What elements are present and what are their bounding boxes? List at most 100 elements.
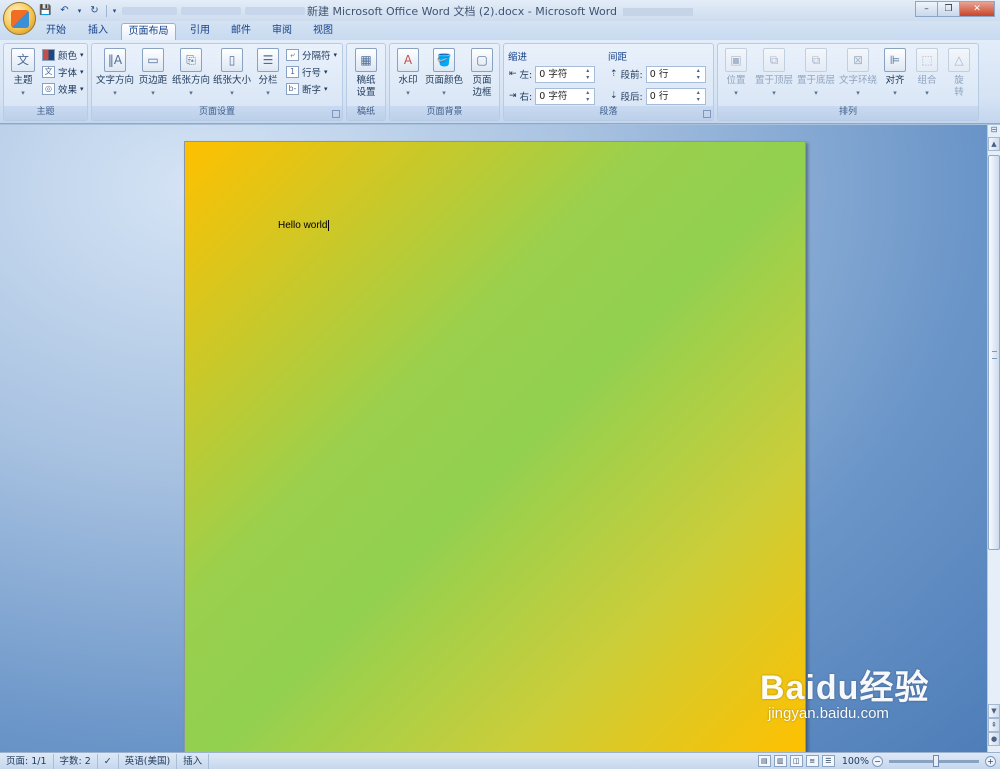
manuscript-setup-button[interactable]: ▦ 稿纸 设置 bbox=[351, 48, 381, 99]
dropdown-arrow-icon: ▾ bbox=[80, 50, 84, 59]
web-layout-view-icon[interactable]: ◫ bbox=[789, 755, 803, 767]
print-layout-view-icon[interactable]: ▤ bbox=[757, 755, 771, 767]
theme-effects-button[interactable]: ◎ 效果 ▾ bbox=[42, 81, 84, 96]
text-direction-icon: ‖A bbox=[104, 48, 126, 72]
position-label: 位置 bbox=[726, 75, 746, 86]
dropdown-arrow-icon: ▾ bbox=[734, 89, 738, 97]
position-icon: ▣ bbox=[725, 48, 747, 72]
orientation-button[interactable]: ⎘ 纸张方向 ▾ bbox=[171, 48, 211, 99]
zoom-slider[interactable] bbox=[889, 754, 979, 767]
rotate-icon: △ bbox=[948, 48, 970, 72]
dropdown-arrow-icon: ▾ bbox=[324, 67, 328, 76]
bring-to-front-button[interactable]: ⧉ 置于顶层 ▾ bbox=[754, 48, 794, 99]
baidu-jingyan-watermark: Baidu经验 jingyan.baidu.com bbox=[760, 660, 929, 722]
theme-fonts-button[interactable]: 文 字体 ▾ bbox=[42, 64, 84, 79]
close-button[interactable]: ✕ bbox=[959, 1, 995, 17]
dropdown-arrow-icon: ▾ bbox=[324, 84, 328, 93]
dropdown-arrow-icon: ▾ bbox=[151, 89, 155, 97]
zoom-slider-thumb[interactable] bbox=[933, 754, 939, 767]
scroll-down-arrow-icon[interactable]: ▼ bbox=[988, 704, 1000, 718]
rotate-button[interactable]: △ 旋 转 bbox=[946, 48, 972, 99]
dropdown-arrow-icon: ▾ bbox=[80, 84, 84, 93]
paragraph-dialog-launcher-icon[interactable] bbox=[703, 110, 711, 118]
proofing-icon[interactable]: ✓ bbox=[98, 753, 119, 769]
watermark-button[interactable]: A 水印 ▾ bbox=[394, 48, 422, 99]
group-objects-button[interactable]: ⬚ 组合 ▾ bbox=[913, 48, 941, 99]
group-label-paragraph: 段落 bbox=[504, 106, 713, 120]
send-to-back-button[interactable]: ⧉ 置于底层 ▾ bbox=[796, 48, 836, 99]
scroll-up-arrow-icon[interactable]: ▲ bbox=[988, 137, 1000, 151]
spacing-before-input[interactable]: 0 行 bbox=[645, 65, 706, 83]
zoom-out-icon[interactable]: − bbox=[872, 755, 883, 767]
previous-page-icon[interactable]: ⇞ bbox=[988, 718, 1000, 732]
spacing-before-label: 段前: bbox=[620, 70, 643, 81]
theme-colors-button[interactable]: 颜色 ▾ bbox=[42, 47, 84, 62]
watermark-label: 水印 bbox=[398, 75, 418, 86]
draft-view-icon[interactable]: ☰ bbox=[821, 755, 835, 767]
office-button[interactable] bbox=[3, 2, 36, 35]
bring-to-front-icon: ⧉ bbox=[763, 48, 785, 72]
align-button[interactable]: ⊫ 对齐 ▾ bbox=[881, 48, 909, 99]
text-wrapping-button[interactable]: ⊠ 文字环绕 ▾ bbox=[838, 48, 878, 99]
document-page[interactable]: Hello world bbox=[184, 141, 806, 753]
ruler-toggle-icon[interactable]: ⊟ bbox=[988, 125, 1000, 137]
themes-button[interactable]: 文 主题 ▾ bbox=[8, 48, 38, 99]
status-insert-mode[interactable]: 插入 bbox=[177, 753, 210, 769]
page-color-button[interactable]: 🪣 页面颜色 ▾ bbox=[424, 48, 464, 99]
group-label-themes: 主题 bbox=[4, 106, 87, 120]
restore-button[interactable]: ❐ bbox=[937, 1, 959, 17]
orientation-icon: ⎘ bbox=[180, 48, 202, 72]
dropdown-arrow-icon: ▾ bbox=[333, 50, 338, 59]
zoom-level[interactable]: 100% bbox=[842, 756, 869, 767]
tab-view[interactable]: 视图 bbox=[307, 23, 339, 40]
page-setup-dialog-launcher-icon[interactable] bbox=[332, 110, 340, 118]
dropdown-arrow-icon: ▾ bbox=[80, 67, 84, 76]
full-screen-reading-view-icon[interactable]: ▥ bbox=[773, 755, 787, 767]
tab-references[interactable]: 引用 bbox=[184, 23, 216, 40]
columns-button[interactable]: ☰ 分栏 ▾ bbox=[254, 48, 282, 99]
title-bar: 💾 ↶ ▾ ↻ ▾ 新建 Microsoft Office Word 文档 (2… bbox=[0, 0, 1000, 21]
browse-object-icon[interactable]: ● bbox=[988, 732, 1000, 746]
status-bar: 页面: 1/1 字数: 2 ✓ 英语(美国) 插入 ▤ ▥ ◫ ≡ ☰ 100%… bbox=[0, 752, 1000, 769]
indent-right-input[interactable]: 0 字符 bbox=[535, 87, 596, 105]
outline-view-icon[interactable]: ≡ bbox=[805, 755, 819, 767]
themes-label: 主题 bbox=[13, 75, 33, 86]
group-objects-label: 组合 bbox=[917, 75, 937, 86]
themes-icon: 文 bbox=[11, 48, 35, 72]
send-to-back-icon: ⧉ bbox=[805, 48, 827, 72]
status-word-count[interactable]: 字数: 2 bbox=[54, 753, 98, 769]
vertical-scrollbar[interactable]: ⊟ ▲ ▼ ⇞ ● bbox=[987, 125, 1000, 752]
window-title: 新建 Microsoft Office Word 文档 (2).docx - M… bbox=[0, 3, 1000, 19]
margins-button[interactable]: ▭ 页边距 ▾ bbox=[137, 48, 169, 99]
group-manuscript: ▦ 稿纸 设置 稿纸 bbox=[346, 43, 386, 121]
indent-left-input[interactable]: 0 字符 bbox=[535, 65, 596, 83]
page-color-icon: 🪣 bbox=[433, 48, 455, 72]
hyphenation-button[interactable]: b- 断字 ▾ bbox=[286, 81, 328, 96]
page-borders-button[interactable]: ▢ 页面 边框 bbox=[468, 48, 496, 99]
line-numbers-button[interactable]: 1 行号 ▾ bbox=[286, 64, 328, 79]
paper-size-button[interactable]: ▯ 纸张大小 ▾ bbox=[212, 48, 252, 99]
dropdown-arrow-icon: ▾ bbox=[814, 89, 818, 97]
tab-insert[interactable]: 插入 bbox=[82, 23, 114, 40]
tab-mailings[interactable]: 邮件 bbox=[225, 23, 257, 40]
status-page-count[interactable]: 页面: 1/1 bbox=[0, 753, 54, 769]
zoom-in-icon[interactable]: + bbox=[985, 755, 996, 767]
tab-review[interactable]: 审阅 bbox=[266, 23, 298, 40]
send-to-back-label: 置于底层 bbox=[796, 75, 835, 86]
tab-page-layout[interactable]: 页面布局 bbox=[121, 23, 176, 40]
breaks-button[interactable]: ⤶ 分隔符 ▾ bbox=[286, 47, 337, 62]
page-color-label: 页面颜色 bbox=[424, 75, 463, 86]
spacing-before-icon: ⇡ bbox=[610, 69, 618, 79]
text-direction-button[interactable]: ‖A 文字方向 ▾ bbox=[95, 48, 135, 99]
ribbon-tabs: 开始 插入 页面布局 引用 邮件 审阅 视图 bbox=[0, 21, 1000, 40]
dropdown-arrow-icon: ▾ bbox=[189, 89, 193, 97]
spacing-after-input[interactable]: 0 行 bbox=[645, 87, 706, 105]
tab-home[interactable]: 开始 bbox=[40, 23, 72, 40]
minimize-button[interactable]: – bbox=[915, 1, 937, 17]
scrollbar-thumb[interactable] bbox=[988, 155, 1000, 550]
page-borders-label-2: 边框 bbox=[472, 87, 492, 98]
position-button[interactable]: ▣ 位置 ▾ bbox=[722, 48, 750, 99]
document-body-text[interactable]: Hello world bbox=[278, 220, 330, 231]
manuscript-label-1: 稿纸 bbox=[356, 75, 376, 86]
status-language[interactable]: 英语(美国) bbox=[119, 753, 178, 769]
